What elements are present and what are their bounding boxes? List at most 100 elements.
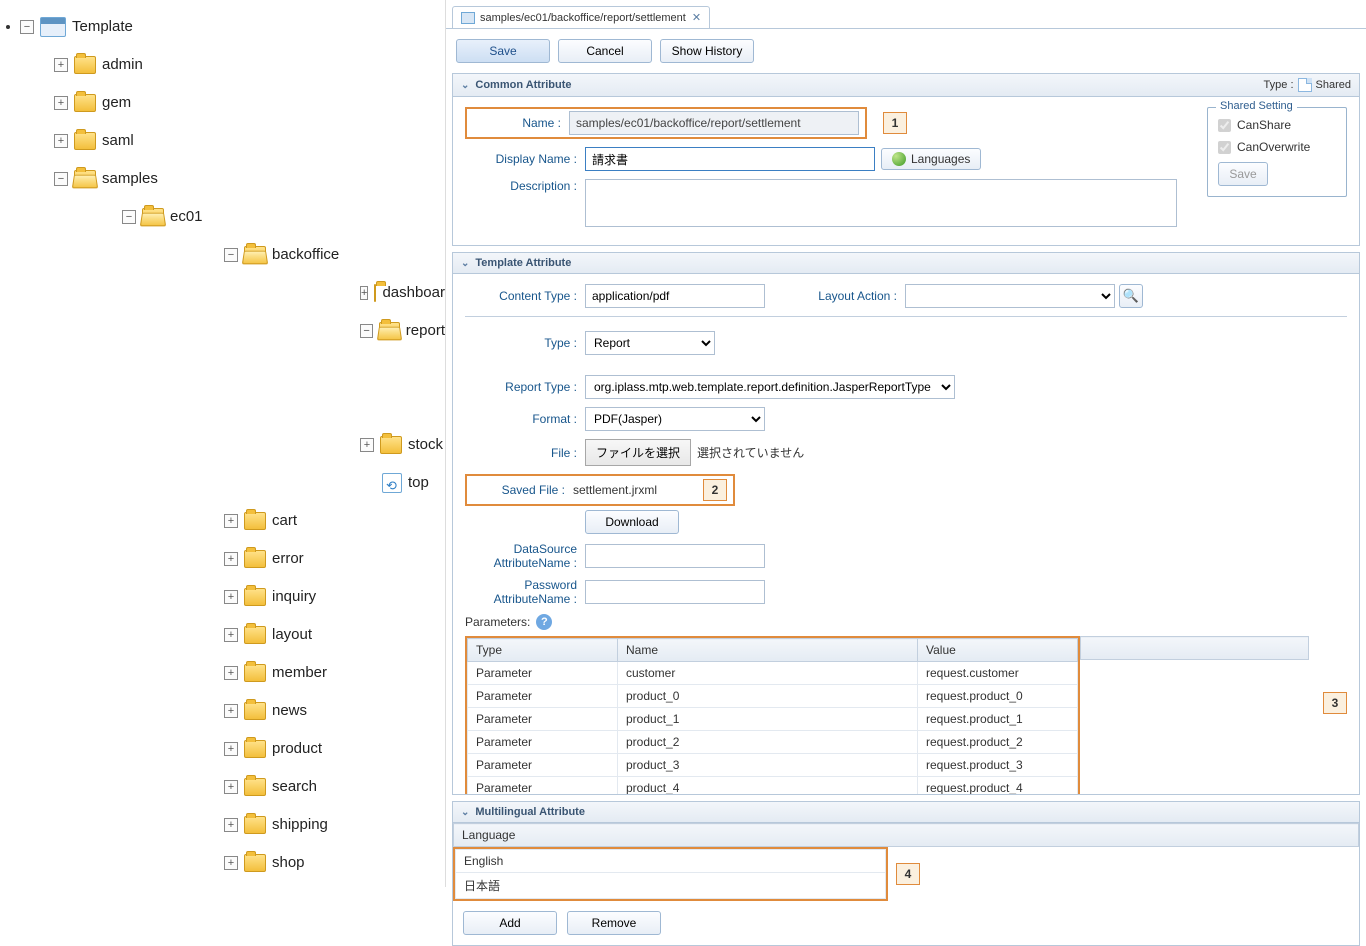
tree-item-top[interactable]: top	[408, 472, 429, 494]
table-row[interactable]: English	[456, 850, 886, 873]
content-type-field[interactable]	[585, 284, 765, 308]
tab-close-icon[interactable]: ✕	[692, 11, 701, 24]
tree-toggle-shop[interactable]: +	[224, 856, 238, 870]
tree-toggle-gem[interactable]: +	[54, 96, 68, 110]
folder-icon	[244, 816, 266, 834]
tree-toggle-dashboard[interactable]: +	[360, 286, 368, 300]
params-col-value: Value	[918, 639, 1078, 662]
content-type-label: Content Type :	[465, 289, 585, 303]
template-type-select[interactable]: Report	[585, 331, 715, 355]
lang-add-button[interactable]: Add	[463, 911, 557, 935]
tree-toggle-report[interactable]: −	[360, 324, 373, 338]
languages-table[interactable]: English日本語	[455, 849, 886, 899]
folder-icon	[74, 94, 96, 112]
table-row[interactable]: Parametercustomerrequest.customer	[468, 662, 1078, 685]
layout-action-select[interactable]	[905, 284, 1115, 308]
tree-item-error[interactable]: error	[272, 548, 304, 570]
folder-icon	[244, 778, 266, 796]
format-select[interactable]: PDF(Jasper)	[585, 407, 765, 431]
table-row[interactable]: Parameterproduct_4request.product_4	[468, 777, 1078, 795]
lang-remove-button[interactable]: Remove	[567, 911, 661, 935]
tree-toggle-search[interactable]: +	[224, 780, 238, 794]
template-attribute-header[interactable]: ⌄ Template Attribute	[453, 253, 1359, 274]
tree-item-member[interactable]: member	[272, 662, 327, 684]
tree-toggle-admin[interactable]: +	[54, 58, 68, 72]
tree-item-gem[interactable]: gem	[102, 92, 131, 114]
cancel-button[interactable]: Cancel	[558, 39, 652, 63]
report-type-select[interactable]: org.iplass.mtp.web.template.report.defin…	[585, 375, 955, 399]
tree-item-report[interactable]: report	[406, 320, 445, 342]
file-choose-button[interactable]: ファイルを選択	[585, 439, 691, 466]
table-row[interactable]: Parameterproduct_3request.product_3	[468, 754, 1078, 777]
table-row[interactable]: Parameterproduct_1request.product_1	[468, 708, 1078, 731]
datasource-attr-label: DataSource AttributeName :	[465, 542, 585, 570]
format-label: Format :	[465, 412, 585, 426]
password-attr-field[interactable]	[585, 580, 765, 604]
description-field[interactable]	[585, 179, 1177, 227]
tree-toggle-product[interactable]: +	[224, 742, 238, 756]
tree-toggle-member[interactable]: +	[224, 666, 238, 680]
canoverwrite-checkbox	[1218, 141, 1231, 154]
tree-item-product[interactable]: product	[272, 738, 322, 760]
shared-doc-icon	[1298, 78, 1312, 92]
datasource-attr-field[interactable]	[585, 544, 765, 568]
help-icon[interactable]: ?	[536, 614, 552, 630]
tree-item-samples[interactable]: samples	[102, 168, 158, 190]
display-name-field[interactable]	[585, 147, 875, 171]
name-label: Name :	[473, 116, 569, 130]
tree-item-dashboard[interactable]: dashboard	[382, 282, 445, 304]
common-attribute-header[interactable]: ⌄ Common Attribute Type : Shared	[453, 74, 1359, 97]
tree-item-stock[interactable]: stock	[408, 434, 443, 456]
type-value: Shared	[1316, 79, 1351, 91]
tree-toggle-cart[interactable]: +	[224, 514, 238, 528]
password-attr-label: Password AttributeName :	[465, 578, 585, 606]
tree-toggle-error[interactable]: +	[224, 552, 238, 566]
table-row[interactable]: Parameterproduct_2request.product_2	[468, 731, 1078, 754]
multilingual-header[interactable]: ⌄ Multilingual Attribute	[453, 802, 1359, 823]
tree-toggle-backoffice[interactable]: −	[224, 248, 238, 262]
tree-item-shop[interactable]: shop	[272, 852, 305, 874]
tree-item-backoffice[interactable]: backoffice	[272, 244, 339, 266]
languages-button[interactable]: Languages	[881, 148, 981, 170]
tree-toggle-saml[interactable]: +	[54, 134, 68, 148]
tree-root-label[interactable]: Template	[72, 16, 133, 38]
folder-icon	[74, 56, 96, 74]
template-leaf-icon	[382, 473, 402, 493]
tree-toggle-samples[interactable]: −	[54, 172, 68, 186]
folder-icon	[244, 664, 266, 682]
layout-action-search-icon[interactable]: 🔍	[1119, 284, 1143, 308]
folder-icon	[244, 550, 266, 568]
language-col: Language	[454, 824, 1359, 847]
tree-item-search[interactable]: search	[272, 776, 317, 798]
tree-item-shipping[interactable]: shipping	[272, 814, 328, 836]
file-label: File :	[465, 446, 585, 460]
tree-item-cart[interactable]: cart	[272, 510, 297, 532]
parameters-table[interactable]: Type Name Value Parametercustomerrequest…	[467, 638, 1078, 794]
tree-toggle-ec01[interactable]: −	[122, 210, 136, 224]
tree-toggle-news[interactable]: +	[224, 704, 238, 718]
download-button[interactable]: Download	[585, 510, 679, 534]
shared-setting-legend: Shared Setting	[1216, 100, 1297, 112]
tree-item-saml[interactable]: saml	[102, 130, 134, 152]
tree-item-news[interactable]: news	[272, 700, 307, 722]
tree-toggle-stock[interactable]: +	[360, 438, 374, 452]
tree-toggle-template[interactable]: −	[20, 20, 34, 34]
callout-4: 4	[896, 863, 920, 885]
table-row[interactable]: Parameterproduct_0request.product_0	[468, 685, 1078, 708]
tree-toggle-inquiry[interactable]: +	[224, 590, 238, 604]
tree-toggle-layout[interactable]: +	[224, 628, 238, 642]
save-button[interactable]: Save	[456, 39, 550, 63]
tree-item-inquiry[interactable]: inquiry	[272, 586, 316, 608]
show-history-button[interactable]: Show History	[660, 39, 754, 63]
tree-item-ec01[interactable]: ec01	[170, 206, 203, 228]
tab-settlement[interactable]: samples/ec01/backoffice/report/settlemen…	[452, 6, 710, 28]
tree-item-layout[interactable]: layout	[272, 624, 312, 646]
type-label: Type :	[1264, 79, 1294, 91]
saved-file-label: Saved File :	[473, 483, 573, 497]
table-row[interactable]: 日本語	[456, 873, 886, 899]
tab-title: samples/ec01/backoffice/report/settlemen…	[480, 12, 686, 24]
tree-toggle-shipping[interactable]: +	[224, 818, 238, 832]
callout-3: 3	[1323, 692, 1347, 714]
folder-icon	[244, 702, 266, 720]
tree-item-admin[interactable]: admin	[102, 54, 143, 76]
